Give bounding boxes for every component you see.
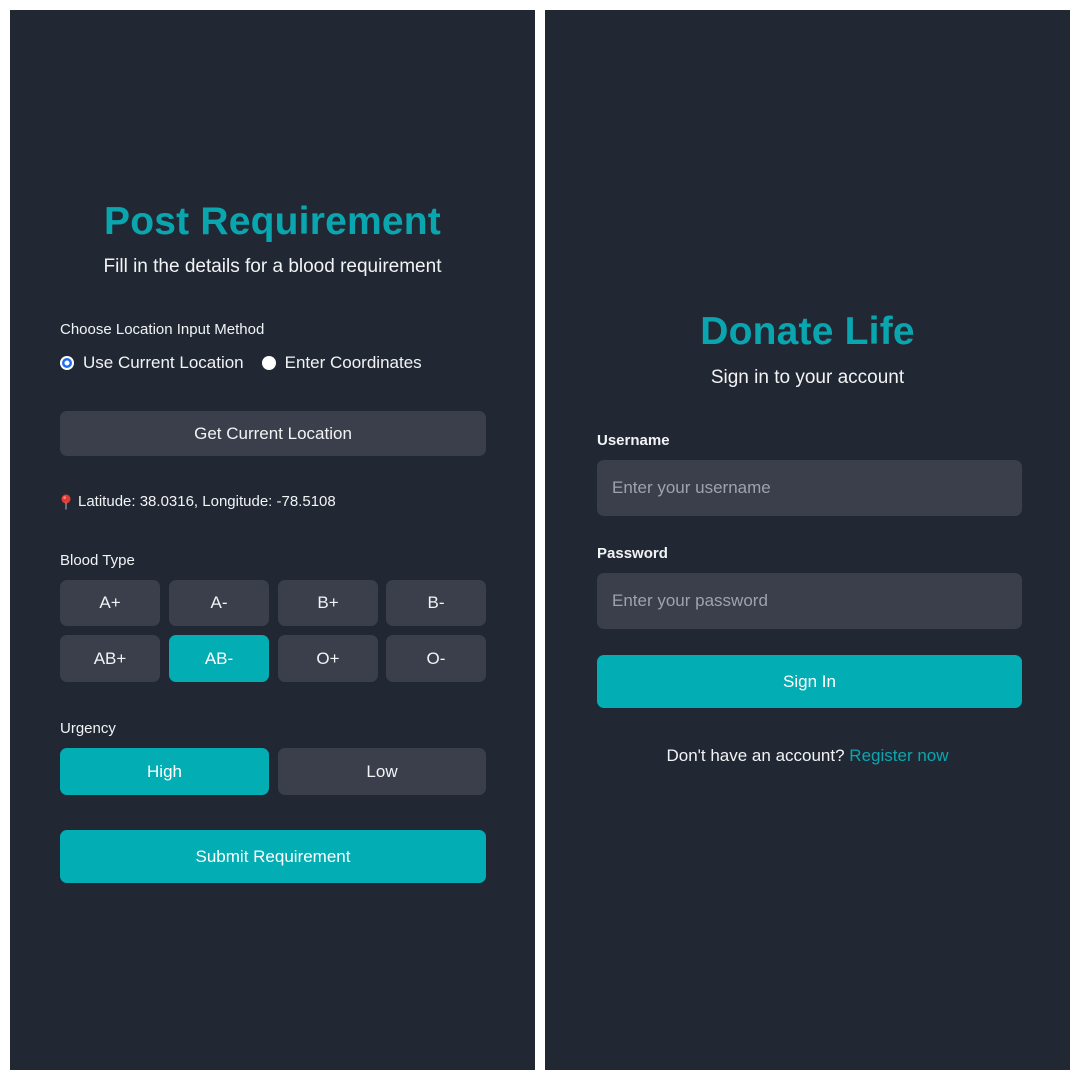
blood-type-ab-pos-button[interactable]: AB+ xyxy=(60,635,160,682)
radio-enter-coordinates[interactable] xyxy=(261,356,276,370)
blood-type-o-pos-button[interactable]: O+ xyxy=(278,635,378,682)
location-method-label: Choose Location Input Method xyxy=(60,321,265,338)
page-subtitle: Fill in the details for a blood requirem… xyxy=(103,256,442,277)
blood-type-ab-neg-button[interactable]: AB- xyxy=(169,635,269,682)
radio-enter-coordinates-label[interactable]: Enter Coordinates xyxy=(285,353,422,373)
password-label: Password xyxy=(597,545,668,562)
app-title: Donate Life xyxy=(700,310,915,353)
post-requirement-screen: Post Requirement Fill in the details for… xyxy=(10,10,535,1070)
radio-use-current-location-label[interactable]: Use Current Location xyxy=(83,353,244,373)
register-now-link[interactable]: Register now xyxy=(849,746,948,765)
blood-type-b-neg-button[interactable]: B- xyxy=(386,580,486,626)
blood-type-a-neg-button[interactable]: A- xyxy=(169,580,269,626)
urgency-low-button[interactable]: Low xyxy=(278,748,486,795)
blood-type-b-pos-button[interactable]: B+ xyxy=(278,580,378,626)
get-current-location-button[interactable]: Get Current Location xyxy=(60,411,486,456)
radio-use-current-location[interactable] xyxy=(60,356,74,370)
location-readout-text: Latitude: 38.0316, Longitude: -78.5108 xyxy=(78,493,336,510)
blood-type-label: Blood Type xyxy=(60,552,135,569)
submit-requirement-button[interactable]: Submit Requirement xyxy=(60,830,486,883)
username-field[interactable] xyxy=(597,460,1022,516)
location-readout: Latitude: 38.0316, Longitude: -78.5108 xyxy=(60,493,336,510)
register-prompt-line: Don't have an account? Register now xyxy=(545,746,1070,766)
sign-in-screen: Donate Life Sign in to your account User… xyxy=(545,10,1070,1070)
urgency-label: Urgency xyxy=(60,720,116,737)
sign-in-button[interactable]: Sign In xyxy=(597,655,1022,708)
register-prompt-text: Don't have an account? xyxy=(666,746,845,765)
map-pin-icon xyxy=(61,494,71,509)
blood-type-a-pos-button[interactable]: A+ xyxy=(60,580,160,626)
password-field[interactable] xyxy=(597,573,1022,629)
page-title: Post Requirement xyxy=(104,200,441,243)
username-label: Username xyxy=(597,432,670,449)
urgency-high-button[interactable]: High xyxy=(60,748,269,795)
blood-type-o-neg-button[interactable]: O- xyxy=(386,635,486,682)
location-method-radio-group: Use Current Location Enter Coordinates xyxy=(60,352,422,374)
sign-in-subtitle: Sign in to your account xyxy=(710,367,905,388)
